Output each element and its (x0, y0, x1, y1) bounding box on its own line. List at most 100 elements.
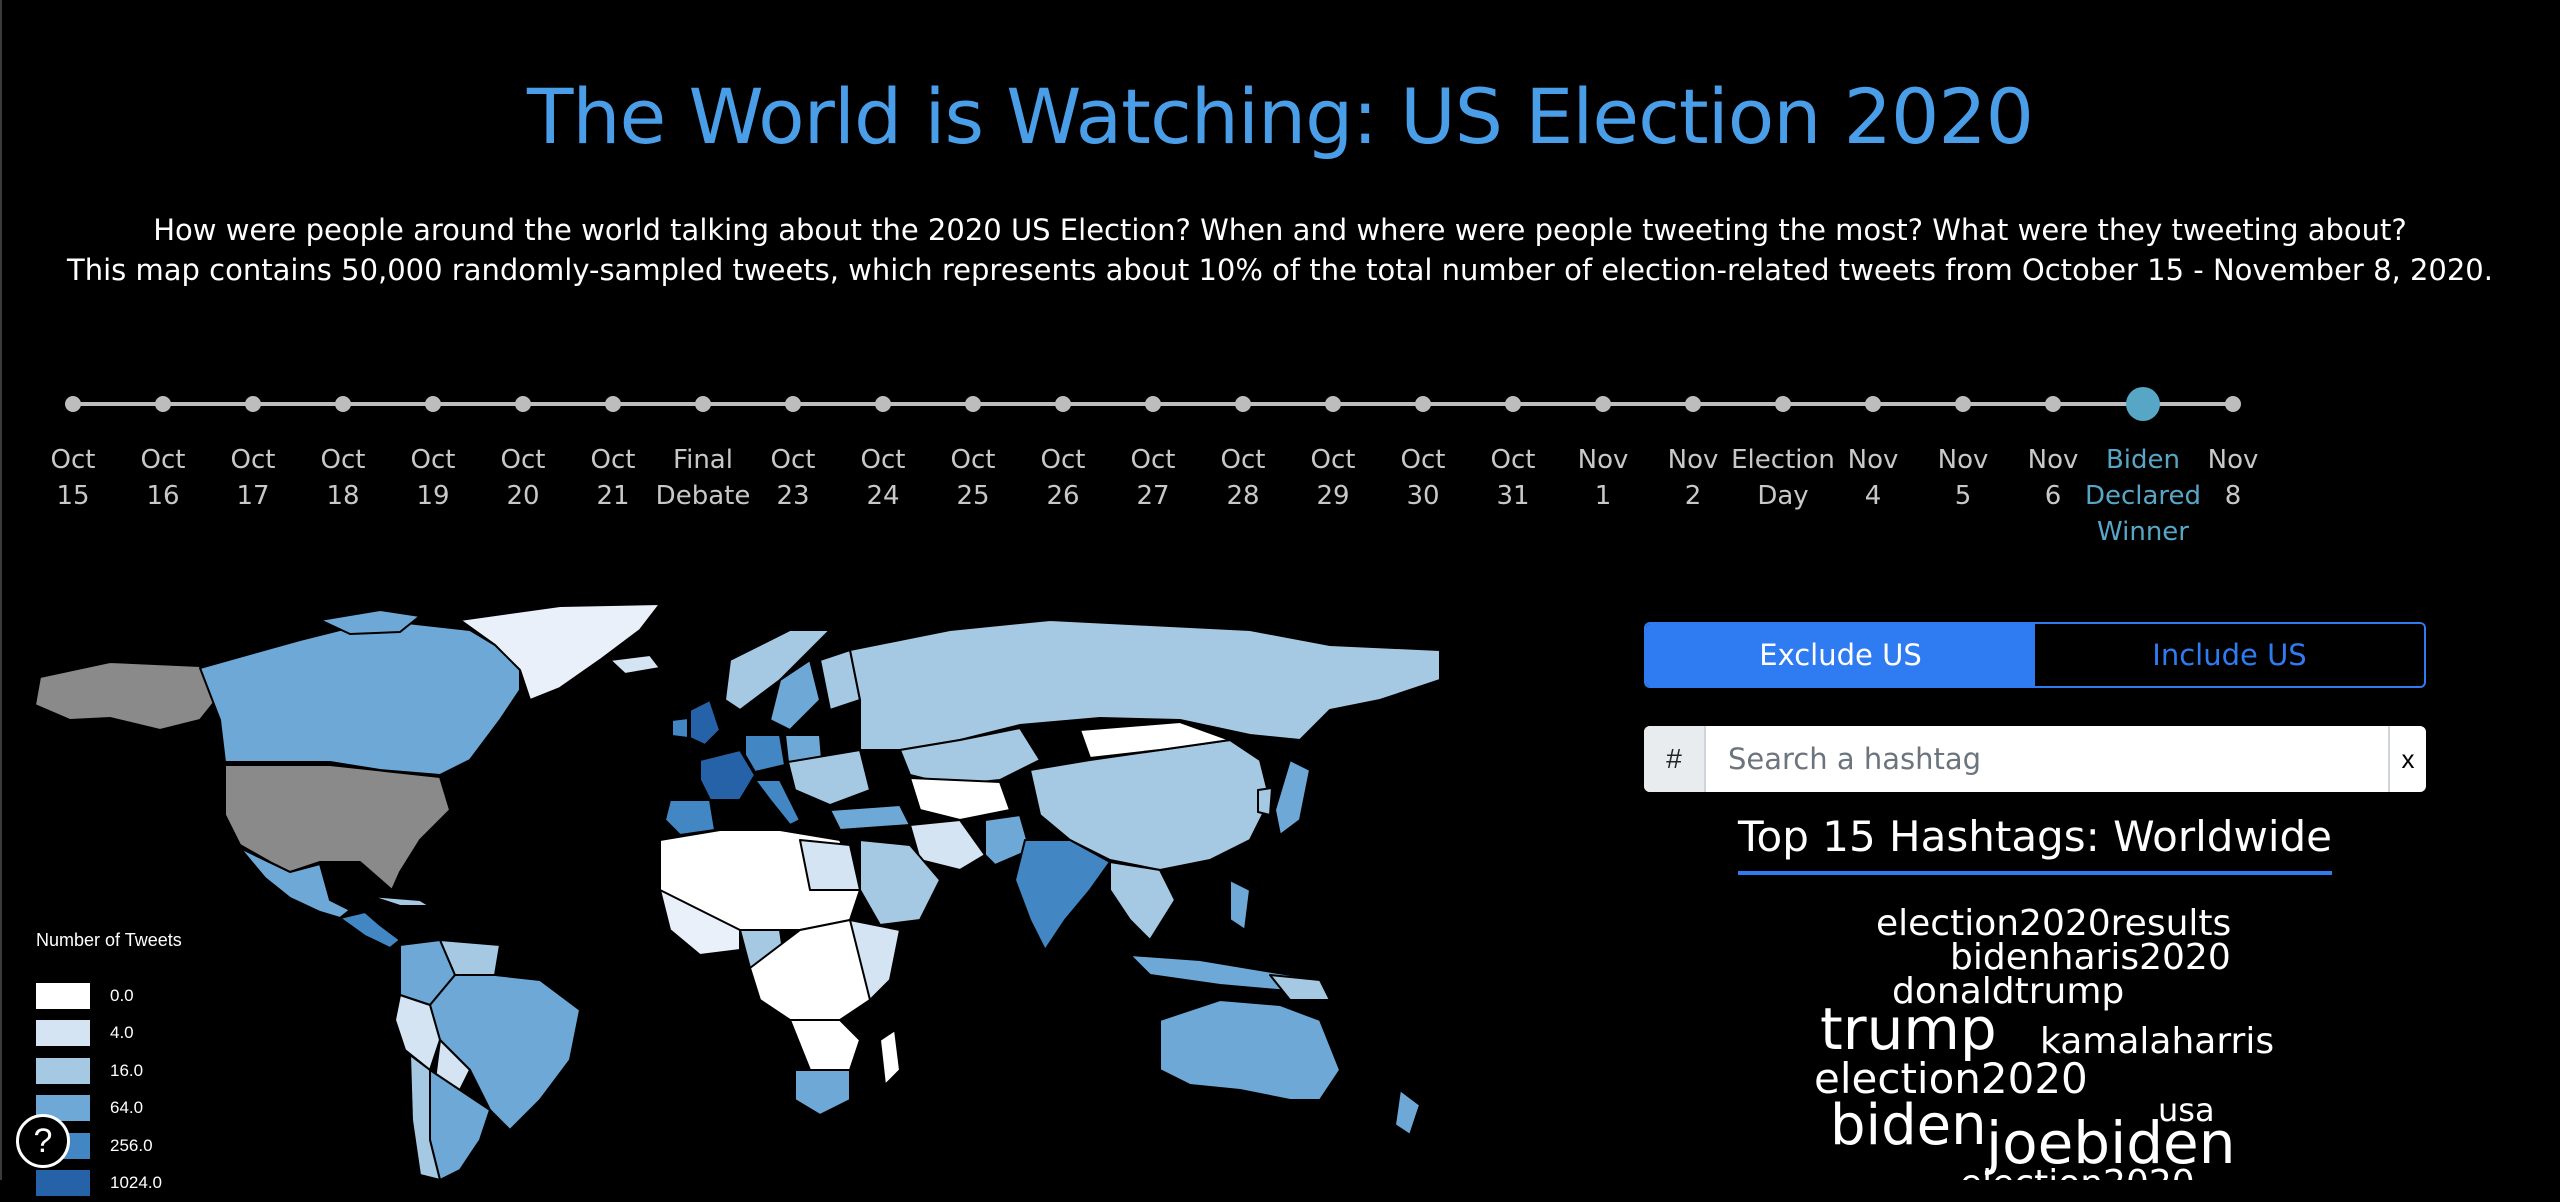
timeline-dot[interactable] (785, 396, 801, 412)
country-central-asia[interactable] (910, 778, 1010, 820)
timeline-dot[interactable] (1865, 396, 1881, 412)
legend-row: 0.0 (36, 977, 182, 1015)
us-filter-toggle: Exclude US Include US (1644, 622, 2426, 688)
timeline-date[interactable]: Oct 27 (1103, 370, 1203, 412)
include-us-button[interactable]: Include US (2035, 624, 2424, 686)
help-icon[interactable]: ? (16, 1114, 70, 1168)
country-central-america[interactable] (340, 912, 400, 948)
timeline-dot[interactable] (1325, 396, 1341, 412)
hash-icon: # (1644, 726, 1706, 792)
country-new-guinea[interactable] (1270, 975, 1330, 1000)
legend-label: 4.0 (110, 1023, 134, 1043)
timeline-dot[interactable] (65, 396, 81, 412)
country-spain[interactable] (665, 800, 715, 835)
country-alaska[interactable] (35, 662, 220, 730)
timeline-date[interactable]: Nov 1 (1553, 370, 1653, 412)
timeline-label: Nov 8 (2173, 442, 2293, 514)
exclude-us-button[interactable]: Exclude US (1646, 624, 2035, 686)
timeline-dot[interactable] (335, 396, 351, 412)
timeline-date[interactable]: Oct 16 (113, 370, 213, 412)
legend-label: 1024.0 (110, 1173, 162, 1193)
country-japan[interactable] (1275, 760, 1310, 835)
wordcloud-word[interactable]: election2020 (1960, 1166, 2195, 1180)
clear-search-button[interactable]: x (2388, 726, 2426, 792)
timeline-dot[interactable] (425, 396, 441, 412)
country-turkey[interactable] (830, 805, 910, 830)
country-southeast-asia[interactable] (1110, 862, 1175, 940)
country-germany[interactable] (745, 735, 785, 772)
world-map (0, 600, 1450, 1180)
country-australia[interactable] (1160, 1000, 1340, 1100)
search-input[interactable] (1706, 726, 2388, 792)
timeline-date[interactable]: Oct 24 (833, 370, 933, 412)
country-madagascar[interactable] (880, 1030, 900, 1085)
country-philippines[interactable] (1230, 880, 1250, 930)
timeline-dot[interactable] (2225, 396, 2241, 412)
timeline-dot[interactable] (695, 396, 711, 412)
country-canada[interactable] (200, 620, 520, 775)
timeline-dot[interactable] (1415, 396, 1431, 412)
timeline-dot[interactable] (875, 396, 891, 412)
timeline-dot[interactable] (1955, 396, 1971, 412)
timeline-date[interactable]: Oct 20 (473, 370, 573, 412)
hashtag-search: # x (1644, 726, 2426, 792)
wordcloud-word[interactable]: biden (1830, 1098, 1987, 1154)
timeline-date[interactable]: Oct 19 (383, 370, 483, 412)
timeline-date[interactable]: Nov 4 (1823, 370, 1923, 412)
timeline-date[interactable]: Oct 15 (23, 370, 123, 412)
timeline-date[interactable]: Election Day (1733, 370, 1833, 412)
timeline-date[interactable]: Oct 29 (1283, 370, 1383, 412)
country-egypt[interactable] (800, 840, 860, 890)
timeline-date[interactable]: Oct 31 (1463, 370, 1563, 412)
timeline-date[interactable]: Oct 18 (293, 370, 393, 412)
country-india[interactable] (1015, 840, 1110, 950)
wordcloud-word[interactable]: trump (1820, 1000, 1997, 1058)
hashtags-heading: Top 15 Hashtags: Worldwide (1644, 812, 2426, 875)
timeline-dot[interactable] (515, 396, 531, 412)
country-ireland[interactable] (672, 718, 688, 738)
legend-label: 256.0 (110, 1136, 153, 1156)
legend-label: 64.0 (110, 1098, 143, 1118)
country-korea[interactable] (1258, 788, 1272, 815)
hashtag-wordcloud: election2020results bidenharis2020 donal… (1644, 880, 2426, 1180)
legend-swatch (36, 1020, 90, 1046)
timeline-dot[interactable] (1145, 396, 1161, 412)
page-title: The World is Watching: US Election 2020 (0, 72, 2560, 162)
timeline-dot[interactable] (245, 396, 261, 412)
timeline-dot[interactable] (965, 396, 981, 412)
country-south-africa[interactable] (795, 1070, 850, 1115)
timeline-dot[interactable] (1055, 396, 1071, 412)
legend-swatch (36, 1058, 90, 1084)
timeline-dot[interactable] (1685, 396, 1701, 412)
subtitle-line-2: This map contains 50,000 randomly-sample… (0, 250, 2560, 290)
timeline-date[interactable]: Final Debate (653, 370, 753, 412)
timeline-date[interactable]: Nov 5 (1913, 370, 2013, 412)
timeline-dot[interactable] (1775, 396, 1791, 412)
timeline-dot[interactable] (1595, 396, 1611, 412)
timeline-dot[interactable] (1235, 396, 1251, 412)
timeline-date[interactable]: Oct 28 (1193, 370, 1293, 412)
timeline-date[interactable]: Nov 8 (2183, 370, 2283, 412)
timeline-date[interactable]: Oct 26 (1013, 370, 1113, 412)
country-iceland[interactable] (610, 655, 660, 674)
timeline-dot[interactable] (1505, 396, 1521, 412)
timeline-date[interactable]: Oct 25 (923, 370, 1023, 412)
legend-row: 16.0 (36, 1052, 182, 1090)
timeline-date[interactable]: Nov 6 (2003, 370, 2103, 412)
date-timeline: Oct 15Oct 16Oct 17Oct 18Oct 19Oct 20Oct … (0, 370, 2560, 550)
timeline-date[interactable]: Nov 2 (1643, 370, 1743, 412)
legend-row: 1024.0 (36, 1165, 182, 1202)
timeline-dot[interactable] (605, 396, 621, 412)
timeline-dot[interactable] (2045, 396, 2061, 412)
country-uk[interactable] (690, 700, 720, 745)
timeline-date[interactable]: Oct 21 (563, 370, 663, 412)
timeline-date[interactable]: Oct 23 (743, 370, 843, 412)
timeline-dot[interactable] (2126, 387, 2160, 421)
timeline-dot[interactable] (155, 396, 171, 412)
country-caribbean[interactable] (370, 896, 430, 906)
timeline-date[interactable]: Biden Declared Winner (2093, 370, 2193, 421)
country-southern-africa[interactable] (790, 1020, 860, 1070)
timeline-date[interactable]: Oct 17 (203, 370, 303, 412)
timeline-date[interactable]: Oct 30 (1373, 370, 1473, 412)
country-new-zealand[interactable] (1395, 1090, 1420, 1135)
